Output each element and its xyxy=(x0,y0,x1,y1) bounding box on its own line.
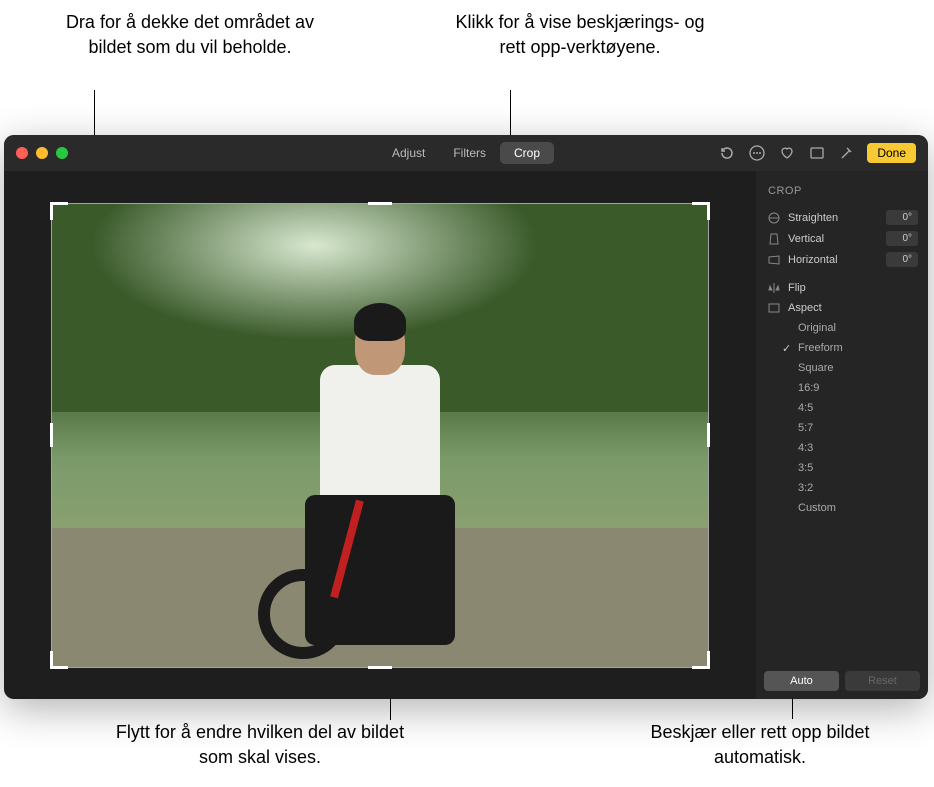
horizontal-label: Horizontal xyxy=(788,254,880,266)
straighten-icon xyxy=(766,211,782,225)
fullscreen-window-button[interactable] xyxy=(56,147,68,159)
reset-button[interactable]: Reset xyxy=(845,671,920,691)
photo-content[interactable] xyxy=(52,204,708,667)
editor-tabs: Adjust Filters Crop xyxy=(378,142,554,164)
aspect-16-9[interactable]: 16:9 xyxy=(776,378,928,398)
crop-handle-bottom-right[interactable] xyxy=(692,651,710,669)
vertical-perspective-icon xyxy=(766,232,782,246)
crop-handle-bottom[interactable] xyxy=(368,666,392,669)
horizontal-value: 0° xyxy=(886,252,918,267)
callout-crop-tools: Klikk for å vise beskjærings- og rett op… xyxy=(450,10,710,60)
favorite-icon[interactable] xyxy=(777,143,797,163)
tab-crop[interactable]: Crop xyxy=(500,142,554,164)
crop-handle-top-right[interactable] xyxy=(692,202,710,220)
callout-auto: Beskjær eller rett opp bildet automatisk… xyxy=(640,720,880,770)
toolbar-right: Done xyxy=(717,143,916,163)
canvas-area xyxy=(4,171,756,699)
titlebar: Adjust Filters Crop Done xyxy=(4,135,928,171)
horizontal-control[interactable]: Horizontal 0° xyxy=(756,249,928,270)
straighten-label: Straighten xyxy=(788,212,880,224)
aspect-freeform[interactable]: Freeform xyxy=(776,338,928,358)
tab-adjust[interactable]: Adjust xyxy=(378,142,439,164)
aspect-square[interactable]: Square xyxy=(776,358,928,378)
straighten-control[interactable]: Straighten 0° xyxy=(756,207,928,228)
aspect-5-7[interactable]: 5:7 xyxy=(776,418,928,438)
main-area: CROP Straighten 0° Vertical 0° Horizonta… xyxy=(4,171,928,699)
crop-handle-top-left[interactable] xyxy=(50,202,68,220)
flip-icon xyxy=(766,281,782,295)
aspect-ratio-icon xyxy=(766,301,782,315)
vertical-value: 0° xyxy=(886,231,918,246)
window-controls xyxy=(16,147,68,159)
tab-filters[interactable]: Filters xyxy=(439,142,500,164)
callout-drag: Dra for å dekke det området av bildet so… xyxy=(60,10,320,60)
aspect-icon[interactable] xyxy=(807,143,827,163)
crop-handle-left[interactable] xyxy=(50,423,53,447)
flip-row[interactable]: Flip xyxy=(756,278,928,298)
vertical-label: Vertical xyxy=(788,233,880,245)
crop-handle-right[interactable] xyxy=(707,423,710,447)
crop-frame[interactable] xyxy=(51,203,709,668)
photo-editor-window: Adjust Filters Crop Done xyxy=(4,135,928,699)
enhance-icon[interactable] xyxy=(837,143,857,163)
aspect-3-2[interactable]: 3:2 xyxy=(776,478,928,498)
aspect-original[interactable]: Original xyxy=(776,318,928,338)
callout-line xyxy=(510,90,511,140)
crop-handle-bottom-left[interactable] xyxy=(50,651,68,669)
auto-button[interactable]: Auto xyxy=(764,671,839,691)
aspect-4-5[interactable]: 4:5 xyxy=(776,398,928,418)
crop-handle-top[interactable] xyxy=(368,202,392,205)
close-window-button[interactable] xyxy=(16,147,28,159)
done-button[interactable]: Done xyxy=(867,143,916,163)
callout-line xyxy=(792,697,793,719)
sidebar-footer: Auto Reset xyxy=(764,671,920,691)
aspect-custom[interactable]: Custom xyxy=(776,498,928,518)
vertical-control[interactable]: Vertical 0° xyxy=(756,228,928,249)
horizontal-perspective-icon xyxy=(766,253,782,267)
aspect-3-5[interactable]: 3:5 xyxy=(776,458,928,478)
aspect-label: Aspect xyxy=(788,302,918,314)
rotate-icon[interactable] xyxy=(717,143,737,163)
callout-move: Flytt for å endre hvilken del av bildet … xyxy=(115,720,405,770)
crop-sidebar: CROP Straighten 0° Vertical 0° Horizonta… xyxy=(756,171,928,699)
straighten-value: 0° xyxy=(886,210,918,225)
flip-label: Flip xyxy=(788,282,918,294)
aspect-4-3[interactable]: 4:3 xyxy=(776,438,928,458)
minimize-window-button[interactable] xyxy=(36,147,48,159)
aspect-row[interactable]: Aspect xyxy=(756,298,928,318)
sidebar-header: CROP xyxy=(756,181,928,207)
aspect-options: Original Freeform Square 16:9 4:5 5:7 4:… xyxy=(756,318,928,518)
more-icon[interactable] xyxy=(747,143,767,163)
